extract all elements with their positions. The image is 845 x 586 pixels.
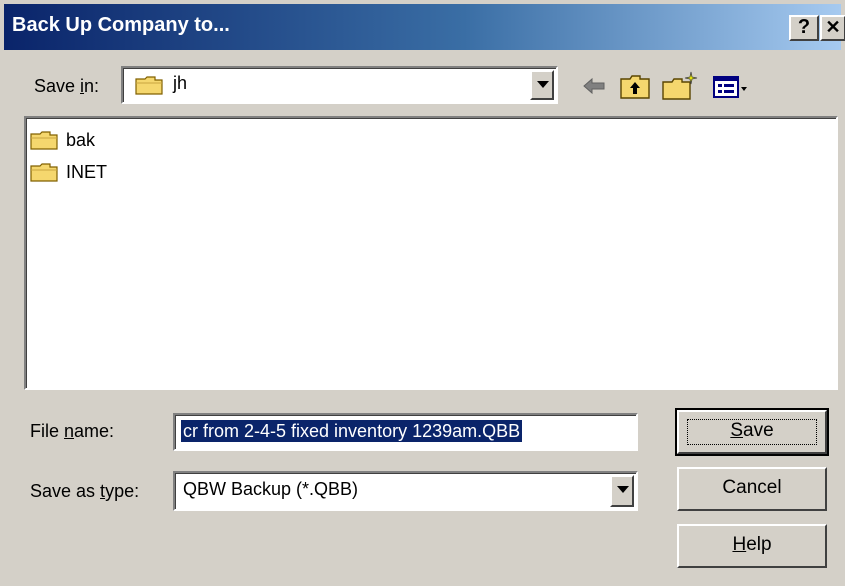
save-in-dropdown-button[interactable] [530, 70, 554, 100]
file-name-input[interactable]: cr from 2-4-5 fixed inventory 1239am.QBB [173, 413, 638, 451]
save-button[interactable]: Save [675, 408, 829, 456]
question-mark-icon: ? [797, 16, 811, 38]
save-in-label: Save in: [34, 76, 100, 96]
save-in-value: jh [173, 73, 188, 93]
save-as-type-dropdown-button[interactable] [610, 475, 634, 507]
help-title-button[interactable]: ? [789, 15, 819, 41]
close-title-button[interactable]: ✕ [820, 15, 845, 41]
title-bar[interactable]: Back Up Company to... ? ✕ [4, 4, 845, 50]
back-arrow-icon[interactable] [578, 70, 610, 102]
help-button[interactable]: Help [677, 524, 827, 568]
save-in-combo[interactable]: jh [121, 66, 558, 104]
list-item-name: bak [66, 130, 96, 150]
folder-icon [135, 76, 163, 95]
backup-dialog: Back Up Company to... ? ✕ Save in: jh ba… [0, 0, 845, 586]
file-name-value: cr from 2-4-5 fixed inventory 1239am.QBB [181, 420, 523, 442]
window-title: Back Up Company to... [12, 14, 230, 36]
folder-icon [30, 131, 58, 150]
save-as-type-combo[interactable]: QBW Backup (*.QBB) [173, 471, 638, 511]
list-item-name: INET [66, 162, 108, 182]
file-list[interactable]: bak INET [24, 116, 838, 390]
save-as-type-label: Save as type: [30, 481, 140, 501]
focus-rect [687, 419, 817, 445]
up-folder-icon[interactable] [618, 70, 652, 102]
folder-icon [30, 163, 58, 182]
save-as-type-value: QBW Backup (*.QBB) [183, 479, 359, 499]
file-name-label: File name: [30, 421, 115, 441]
view-menu-icon[interactable] [710, 70, 750, 102]
new-folder-icon[interactable] [660, 70, 700, 102]
close-icon: ✕ [825, 17, 841, 37]
cancel-button[interactable]: Cancel [677, 467, 827, 511]
